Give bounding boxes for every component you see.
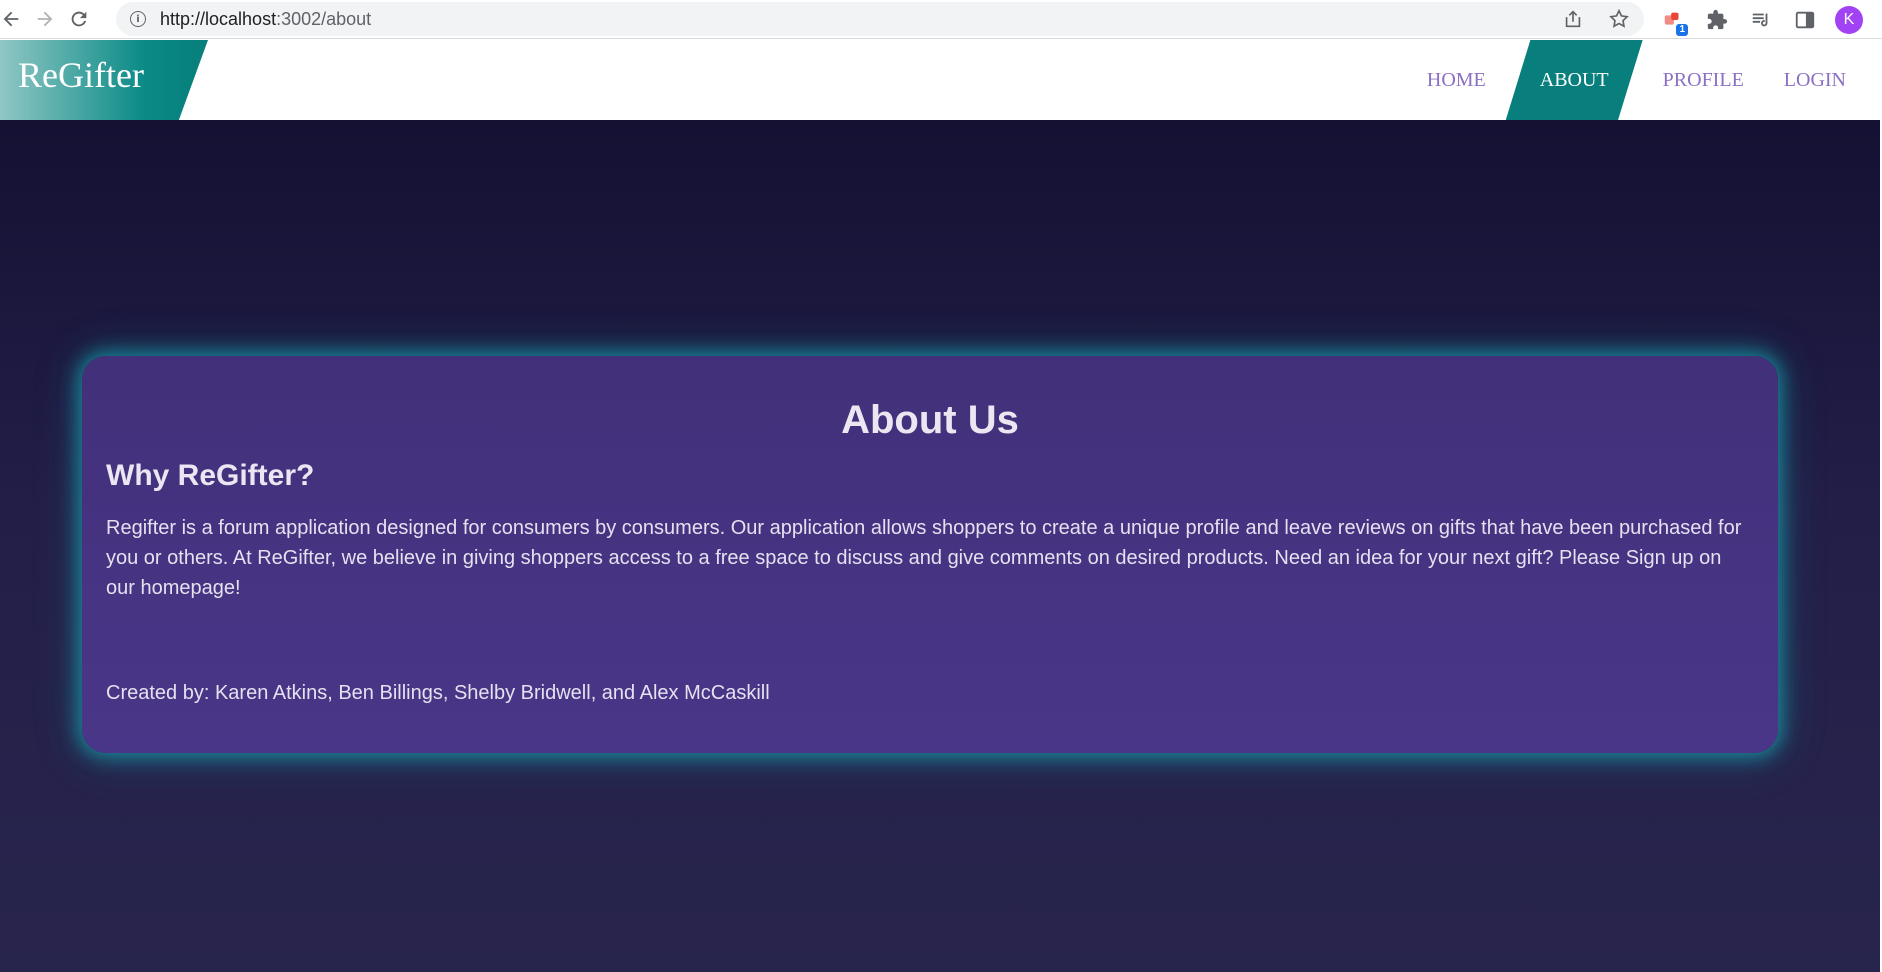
- back-arrow-icon[interactable]: [0, 2, 28, 36]
- nav-profile-label: PROFILE: [1662, 68, 1744, 91]
- more-menu-icon[interactable]: ⋮: [1876, 7, 1882, 33]
- main-nav: HOME ABOUT PROFILE LOGIN: [1407, 40, 1866, 120]
- extension-badge: 1: [1676, 24, 1688, 36]
- url-path: :3002/about: [276, 8, 372, 29]
- nav-login[interactable]: LOGIN: [1764, 40, 1866, 120]
- nav-about-label: ABOUT: [1539, 68, 1609, 91]
- nav-profile[interactable]: PROFILE: [1643, 40, 1764, 120]
- address-bar[interactable]: i http://localhost:3002/about: [116, 2, 1644, 36]
- share-icon[interactable]: [1562, 8, 1584, 35]
- extension-icon[interactable]: 1: [1656, 3, 1690, 37]
- nav-home-label: HOME: [1426, 68, 1486, 91]
- browser-toolbar: i http://localhost:3002/about 1 K ⋮: [0, 0, 1882, 39]
- url-host: http://localhost: [160, 8, 277, 29]
- profile-avatar[interactable]: K: [1835, 6, 1863, 34]
- about-description: Regifter is a forum application designed…: [106, 517, 1742, 599]
- brand-logo[interactable]: ReGifter: [18, 54, 144, 96]
- nav-login-label: LOGIN: [1783, 68, 1846, 91]
- url-text[interactable]: http://localhost:3002/about: [160, 9, 371, 30]
- section-heading: Why ReGifter?: [106, 459, 315, 492]
- about-card: About Us Why ReGifter? Regifter is a for…: [82, 356, 1778, 753]
- media-queue-icon[interactable]: [1744, 3, 1778, 37]
- credits-text: Created by: Karen Atkins, Ben Billings, …: [106, 682, 770, 704]
- site-info-icon[interactable]: i: [130, 11, 146, 27]
- reload-icon[interactable]: [62, 2, 96, 36]
- nav-home[interactable]: HOME: [1407, 40, 1506, 120]
- page-title: About Us: [841, 398, 1019, 442]
- forward-arrow-icon[interactable]: [28, 2, 62, 36]
- bookmark-star-icon[interactable]: [1608, 8, 1630, 35]
- side-panel-icon[interactable]: [1788, 3, 1822, 37]
- puzzle-icon[interactable]: [1700, 3, 1734, 37]
- site-header: ReGifter HOME ABOUT PROFILE LOGIN: [0, 40, 1882, 120]
- page-body: About Us Why ReGifter? Regifter is a for…: [0, 120, 1880, 972]
- nav-about[interactable]: ABOUT: [1506, 40, 1643, 120]
